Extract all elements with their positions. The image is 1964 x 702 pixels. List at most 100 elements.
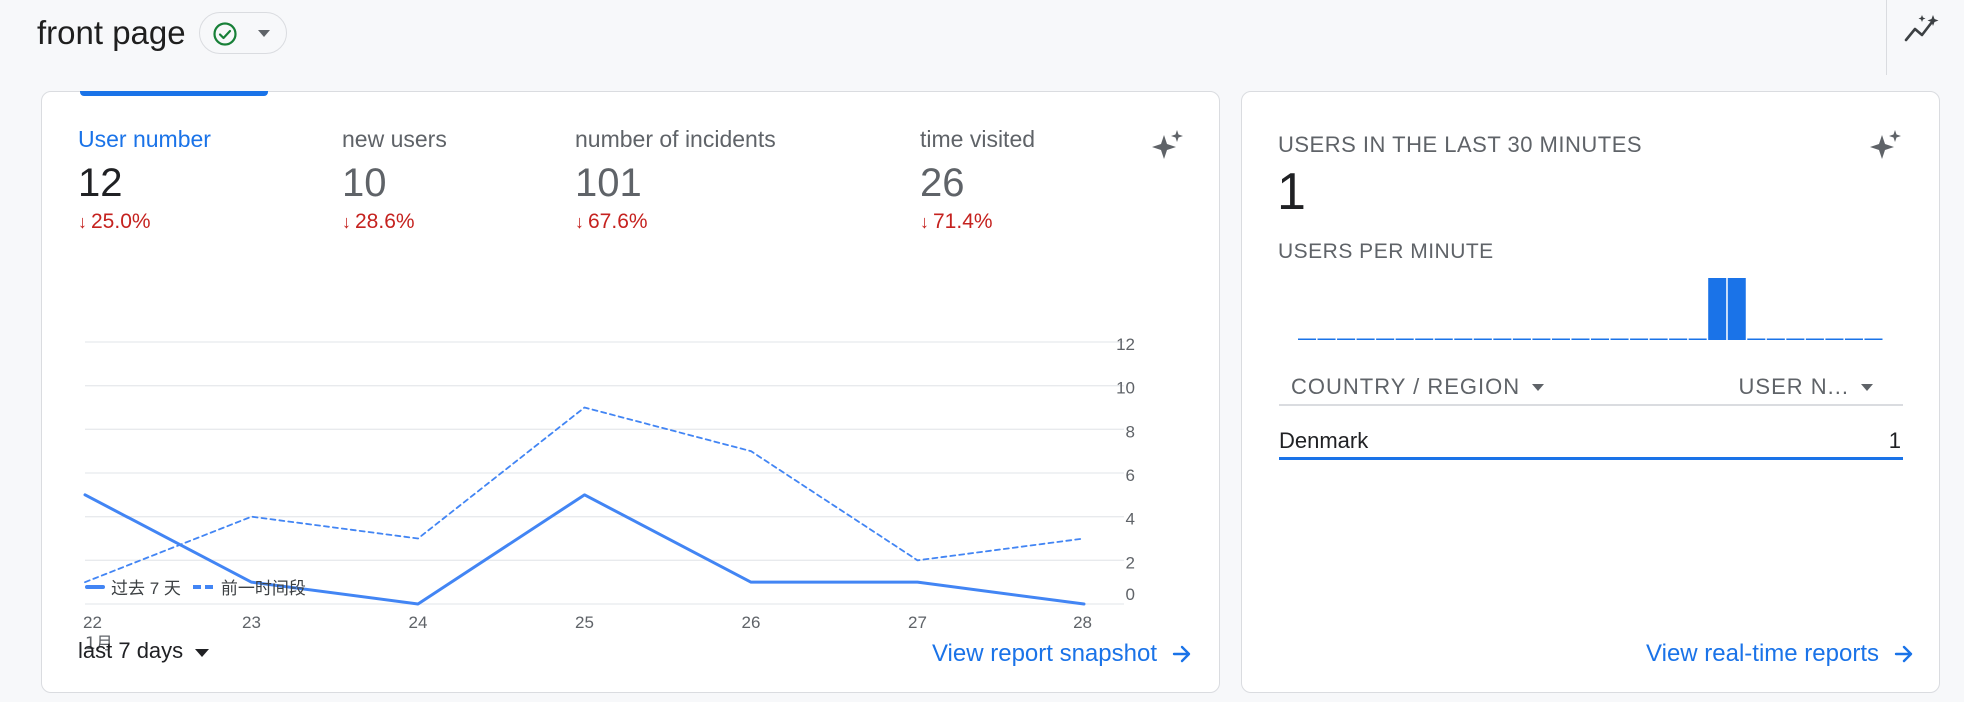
minute-bar <box>1493 338 1512 340</box>
realtime-card: USERS IN THE LAST 30 MINUTES 1 USERS PER… <box>1241 91 1940 693</box>
metric-value: 10 <box>342 161 387 205</box>
metric-change-value: 67.6% <box>588 210 648 233</box>
column-header-country[interactable]: COUNTRY / REGION <box>1291 374 1545 400</box>
arrow-down-icon: ↓ <box>78 212 87 232</box>
overview-card: User number 12 ↓ 25.0% new users 10 ↓ 28.6… <box>41 91 1220 693</box>
metric-change: ↓ 67.6% <box>575 210 776 234</box>
metric-label: new users <box>342 126 447 152</box>
status-dropdown[interactable] <box>199 12 287 54</box>
arrow-down-icon: ↓ <box>920 212 929 232</box>
minute-bar <box>1532 338 1551 340</box>
date-range-dropdown[interactable]: last 7 days <box>78 638 210 664</box>
x-tick-label: 28 <box>1073 613 1092 632</box>
y-tick-label: 8 <box>1126 422 1135 441</box>
minute-bar <box>1669 338 1688 340</box>
legend-label: 前一时间段 <box>220 579 306 598</box>
realtime-user-count: 1 <box>1277 163 1306 221</box>
metric-change-value: 28.6% <box>355 210 415 233</box>
minute-bar <box>1805 338 1824 340</box>
column-header-users[interactable]: USER N... <box>1739 374 1873 400</box>
metric-change: ↓ 71.4% <box>920 210 1035 234</box>
metric-label: number of incidents <box>575 126 776 152</box>
metric-new-users[interactable]: new users 10 ↓ 28.6% <box>342 126 447 234</box>
minute-bar <box>1591 338 1610 340</box>
minute-bar <box>1708 278 1727 340</box>
metric-value: 12 <box>78 161 123 205</box>
minute-bar <box>1844 338 1863 340</box>
arrow-down-icon: ↓ <box>575 212 584 232</box>
top-bar: front page <box>0 0 1964 75</box>
active-tab-indicator <box>80 91 268 96</box>
line-chart: 02468101222 23 24 25 26 27 281月 <box>83 335 1135 654</box>
x-tick-label: 26 <box>742 613 761 632</box>
arrow-right-icon <box>1172 645 1191 663</box>
y-tick-label: 12 <box>1116 335 1135 354</box>
minute-bar <box>1473 338 1492 340</box>
minute-bar <box>1434 338 1453 340</box>
x-tick-label: 24 <box>409 613 428 632</box>
column-header-label: USER N... <box>1738 374 1849 399</box>
minute-bar <box>1727 278 1746 340</box>
chart-legend: 过去 7 天 前一时间段 <box>85 574 306 599</box>
sparkle-icon[interactable] <box>1148 127 1186 165</box>
minute-bar <box>1630 338 1649 340</box>
metric-time-visited[interactable]: time visited 26 ↓ 71.4% <box>920 126 1035 234</box>
country-cell: Denmark <box>1279 428 1369 453</box>
arrow-right-icon <box>1894 645 1913 663</box>
legend-swatch-solid <box>85 584 105 589</box>
view-realtime-reports-link[interactable]: View real-time reports <box>1646 640 1915 668</box>
minute-bar <box>1786 338 1805 340</box>
y-tick-label: 4 <box>1126 510 1135 529</box>
y-tick-label: 6 <box>1126 466 1135 485</box>
metric-change-value: 25.0% <box>91 210 151 233</box>
metric-change: ↓ 25.0% <box>78 210 211 234</box>
chevron-down-icon <box>258 30 270 37</box>
y-tick-label: 0 <box>1126 585 1135 604</box>
users-per-minute-chart <box>1298 278 1883 340</box>
minute-bar <box>1766 338 1785 340</box>
minute-bar <box>1571 338 1590 340</box>
minute-bar <box>1864 338 1883 340</box>
minute-bar <box>1747 338 1766 340</box>
minute-bar <box>1610 338 1629 340</box>
metric-user-number[interactable]: User number 12 ↓ 25.0% <box>78 126 211 234</box>
caret-down-icon <box>195 649 210 657</box>
minute-bar <box>1688 338 1707 340</box>
metric-value: 101 <box>575 161 642 205</box>
y-tick-label: 2 <box>1126 553 1135 572</box>
metric-incidents[interactable]: number of incidents 101 ↓ 67.6% <box>575 126 776 234</box>
minute-bar <box>1376 338 1395 340</box>
divider <box>1886 0 1887 75</box>
legend-label: 过去 7 天 <box>111 579 181 598</box>
minute-bar <box>1649 338 1668 340</box>
x-tick-label: 27 <box>908 613 927 632</box>
minute-bar <box>1337 338 1356 340</box>
sparkle-icon[interactable] <box>1866 127 1904 165</box>
date-range-label: last 7 days <box>78 638 184 663</box>
sort-caret-icon <box>1532 383 1545 391</box>
x-tick-label: 23 <box>242 613 261 632</box>
users-per-minute-label: USERS PER MINUTE <box>1278 240 1494 263</box>
table-row[interactable]: Denmark 1 <box>1279 422 1903 460</box>
minute-bar <box>1395 338 1414 340</box>
link-label: View report snapshot <box>931 640 1157 667</box>
minute-bar <box>1825 338 1844 340</box>
minute-bar <box>1415 338 1434 340</box>
minute-bar <box>1551 338 1570 340</box>
y-tick-label: 10 <box>1116 379 1135 398</box>
minute-bar <box>1512 338 1531 340</box>
view-report-snapshot-link[interactable]: View report snapshot <box>932 640 1193 668</box>
realtime-heading: USERS IN THE LAST 30 MINUTES <box>1278 132 1643 157</box>
metric-change: ↓ 28.6% <box>342 210 447 234</box>
metric-value: 26 <box>920 161 965 205</box>
x-tick-label: 25 <box>575 613 594 632</box>
users-cell: 1 <box>1888 428 1901 453</box>
arrow-down-icon: ↓ <box>342 212 351 232</box>
legend-item-previous[interactable]: 前一时间段 <box>192 574 306 599</box>
legend-swatch-dashed <box>192 584 215 589</box>
legend-item-current[interactable]: 过去 7 天 <box>85 574 181 599</box>
metric-change-value: 71.4% <box>933 210 993 233</box>
insights-icon[interactable] <box>1903 12 1943 46</box>
link-label: View real-time reports <box>1646 640 1879 667</box>
table-header: COUNTRY / REGION USER N... <box>1279 362 1903 406</box>
